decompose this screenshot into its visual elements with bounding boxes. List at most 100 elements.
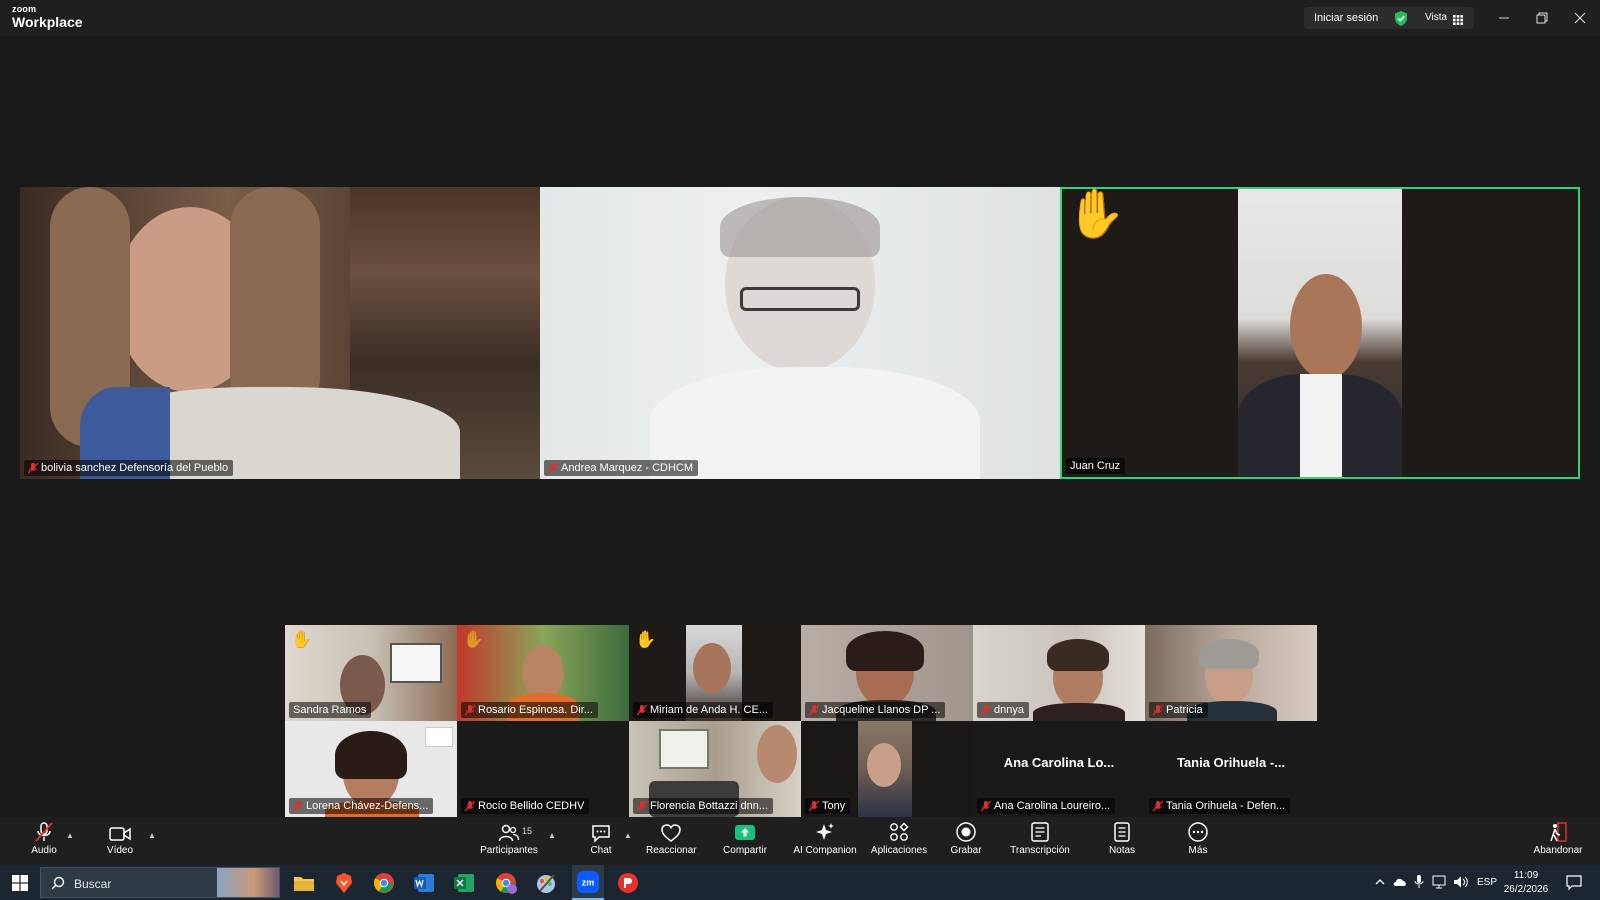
tray-microphone[interactable]	[1414, 874, 1424, 900]
more-button[interactable]: Más	[1184, 817, 1212, 865]
gallery-tile[interactable]: Patricia	[1145, 625, 1317, 721]
participant-name-label: Miriam de Anda H. CE...	[633, 702, 773, 718]
muted-mic-icon	[981, 704, 991, 715]
gallery-tile[interactable]: Tony	[801, 721, 973, 817]
participant-name-label: Andrea Marquez - CDHCM	[544, 460, 699, 476]
participant-name: dnnya	[994, 704, 1024, 716]
tray-overflow-chevron[interactable]	[1374, 876, 1386, 900]
participant-name: Rocío Bellido CEDHV	[478, 800, 585, 812]
windows-start-button[interactable]	[12, 875, 28, 896]
tray-volume[interactable]	[1453, 875, 1469, 900]
gallery-tile[interactable]: ✋ Rosario Espinosa. Dir...	[457, 625, 629, 721]
video-button[interactable]: Vídeo	[100, 817, 140, 865]
minimize-button[interactable]	[1494, 8, 1514, 28]
notes-button[interactable]: Notas	[1106, 817, 1138, 865]
notification-icon	[1566, 875, 1582, 891]
more-icon	[1188, 822, 1208, 842]
react-label: Reaccionar	[646, 845, 697, 856]
excel-icon	[454, 874, 474, 892]
share-button[interactable]: Compartir	[720, 817, 770, 865]
participant-display-name: Ana Carolina Lo...	[1003, 755, 1115, 770]
participant-name: Ana Carolina Loureiro...	[994, 800, 1111, 812]
participant-name-label: dnnya	[977, 702, 1029, 718]
participants-label: Participantes	[480, 845, 538, 856]
input-language[interactable]: ESP	[1477, 877, 1497, 900]
search-placeholder: Buscar	[74, 877, 112, 891]
apps-button[interactable]: Aplicaciones	[868, 817, 930, 865]
gallery-tile[interactable]: dnnya	[973, 625, 1145, 721]
tray-network[interactable]	[1432, 875, 1448, 900]
gallery-tile[interactable]: ✋ Miriam de Anda H. CE...	[629, 625, 801, 721]
leave-button[interactable]: Abandonar	[1530, 817, 1586, 865]
participants-options-caret[interactable]: ▲	[548, 831, 556, 840]
gallery-tile[interactable]: Ana Carolina Lo... Ana Carolina Loureiro…	[973, 721, 1145, 817]
participants-button[interactable]: Participantes	[478, 817, 540, 865]
taskbar-brave[interactable]	[332, 871, 356, 895]
taskbar-word[interactable]	[412, 871, 436, 895]
raised-hand-icon: ✋	[463, 630, 485, 649]
notification-center-button[interactable]	[1566, 875, 1582, 900]
search-icon	[51, 876, 65, 895]
video-tile-speaker-2[interactable]: Andrea Marquez - CDHCM	[540, 187, 1060, 479]
notes-label: Notas	[1108, 845, 1136, 856]
gallery-tile[interactable]: Tania Orihuela -... Tania Orihuela - Def…	[1145, 721, 1317, 817]
taskbar-search-box[interactable]: Buscar	[40, 867, 280, 898]
view-button[interactable]: Vista	[1425, 12, 1447, 23]
video-options-caret[interactable]: ▲	[148, 831, 156, 840]
participant-name-label: Lorena Chávez-Defens...	[289, 798, 434, 814]
participant-name: Patricia	[1166, 704, 1203, 716]
taskbar-zoom[interactable]: zm	[572, 865, 604, 900]
taskbar-paint[interactable]	[534, 871, 558, 895]
brand-small: zoom	[12, 4, 37, 14]
windows-logo-icon	[12, 875, 28, 891]
ai-companion-button[interactable]: AI Companion	[792, 817, 858, 865]
gallery-tile[interactable]: Jacqueline Llanos DP ...	[801, 625, 973, 721]
gallery-tile[interactable]: ✋ Sandra Ramos	[285, 625, 457, 721]
chat-button[interactable]: Chat	[584, 817, 618, 865]
chat-options-caret[interactable]: ▲	[624, 831, 632, 840]
gallery-tile[interactable]: Rocío Bellido CEDHV	[457, 721, 629, 817]
close-button[interactable]	[1570, 8, 1590, 28]
muted-mic-icon	[637, 704, 647, 715]
transcript-button[interactable]: Transcripción	[1008, 817, 1072, 865]
gallery-tile[interactable]: Florencia Bottazzi dnn...	[629, 721, 801, 817]
record-button[interactable]: Grabar	[950, 817, 982, 865]
restore-icon	[1536, 12, 1548, 24]
brand-large: Workplace	[12, 14, 83, 30]
grid-view-icon[interactable]	[1453, 12, 1463, 30]
audio-options-caret[interactable]: ▲	[66, 831, 74, 840]
participant-name-label: Florencia Bottazzi dnn...	[633, 798, 774, 814]
participant-name: Lorena Chávez-Defens...	[306, 800, 429, 812]
participant-name: Florencia Bottazzi dnn...	[650, 800, 769, 812]
participant-shoulders	[650, 367, 980, 479]
participant-display-name: Tania Orihuela -...	[1176, 755, 1286, 770]
hair	[335, 731, 407, 779]
title-bar: zoom Workplace Iniciar sesión Vista	[0, 0, 1600, 36]
gallery-tile[interactable]: Lorena Chávez-Defens...	[285, 721, 457, 817]
close-icon	[1574, 12, 1586, 24]
clock[interactable]: 11:09 26/2/2026	[1500, 870, 1552, 900]
muted-mic-icon	[981, 800, 991, 811]
raised-hand-icon: ✋	[291, 630, 313, 649]
shirt	[1300, 374, 1342, 477]
taskbar-excel[interactable]	[452, 871, 476, 895]
tray-onedrive[interactable]	[1392, 875, 1408, 900]
video-tile-active-speaker[interactable]: ✋ Juan Cruz	[1060, 187, 1580, 479]
taskbar-file-explorer[interactable]	[292, 871, 316, 895]
heart-icon	[661, 824, 681, 842]
taskbar-presentation-app[interactable]	[616, 871, 640, 895]
audio-button[interactable]: Audio	[24, 817, 64, 865]
restore-button[interactable]	[1532, 8, 1552, 28]
taskbar-chrome-profile[interactable]	[494, 871, 518, 895]
participant-name: Tony	[822, 800, 846, 812]
hair	[846, 631, 924, 671]
meeting-stage: bolivia sanchez Defensoría del Pueblo An…	[0, 36, 1600, 817]
muted-mic-icon	[809, 800, 819, 811]
taskbar-chrome[interactable]	[372, 871, 396, 895]
signin-button[interactable]: Iniciar sesión Vista	[1304, 7, 1474, 29]
participant-name: Jacqueline Llanos DP ...	[822, 704, 941, 716]
react-button[interactable]: Reaccionar	[646, 817, 697, 865]
video-tile-speaker-1[interactable]: bolivia sanchez Defensoría del Pueblo	[20, 187, 540, 479]
video-camera-icon	[109, 827, 131, 841]
notes-icon	[1114, 822, 1130, 842]
